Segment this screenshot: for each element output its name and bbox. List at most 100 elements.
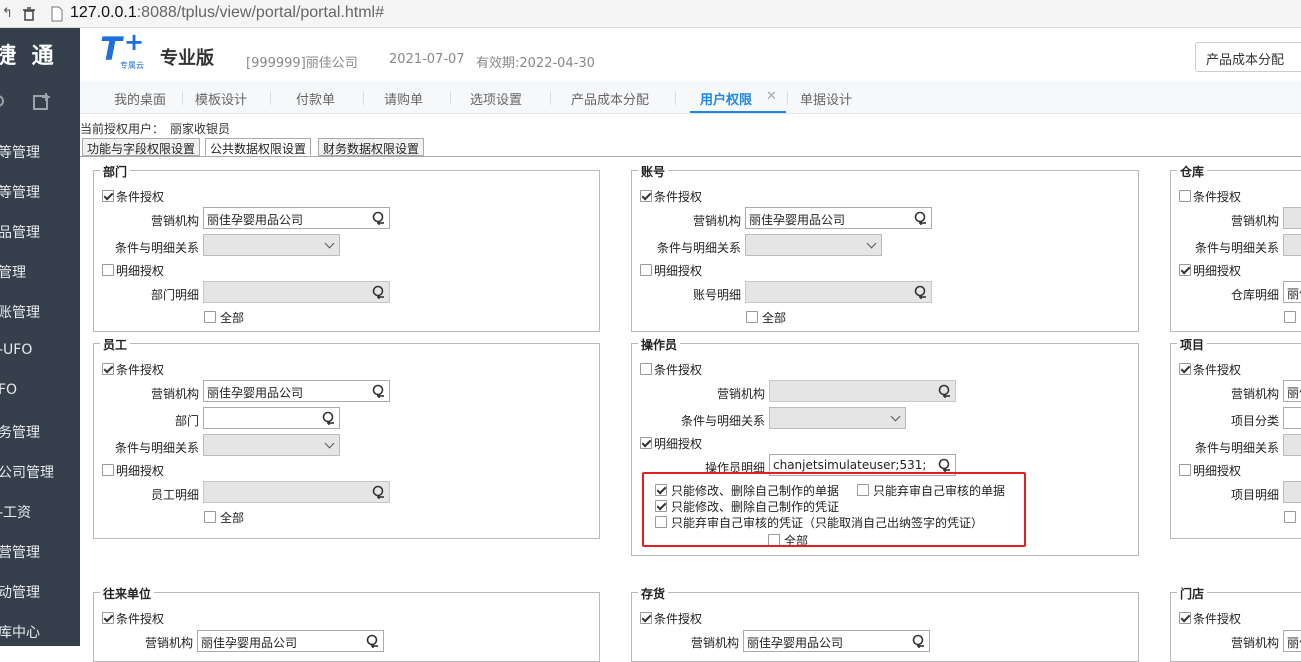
employee-dept-input[interactable] bbox=[203, 407, 340, 429]
warehouse-org-input[interactable] bbox=[1283, 207, 1301, 229]
tab-user-permission[interactable]: 用户权限 bbox=[700, 89, 752, 108]
tab-my-desktop[interactable]: 我的桌面 bbox=[114, 89, 166, 108]
sidebar-item[interactable]: -UFO bbox=[0, 342, 32, 358]
project-detail-checkbox[interactable] bbox=[1179, 464, 1191, 476]
cond-label: 条件授权 bbox=[1193, 612, 1242, 626]
employee-org-input[interactable]: 丽佳孕婴用品公司 bbox=[203, 380, 390, 402]
sidebar-item[interactable]: 公司管理 bbox=[0, 462, 54, 482]
partner-cond-checkbox[interactable] bbox=[102, 612, 114, 624]
search-icon[interactable] bbox=[371, 284, 387, 300]
sidebar-item[interactable]: 营管理 bbox=[0, 542, 40, 562]
tab-product-cost[interactable]: 产品成本分配 bbox=[571, 89, 649, 108]
cond-label: 条件授权 bbox=[116, 190, 165, 204]
settings-icon[interactable] bbox=[0, 92, 8, 110]
subtab-function-permission[interactable]: 功能与字段权限设置 bbox=[82, 138, 201, 156]
account-detail-input[interactable] bbox=[745, 281, 932, 303]
sidebar-item[interactable]: 管理 bbox=[0, 262, 26, 282]
group-project: 项目 条件授权 营销机构 丽佳 项目分类 条件与明细关系 明细授权 项目明细 bbox=[1170, 336, 1301, 539]
dept-detail-input[interactable] bbox=[203, 281, 390, 303]
org-label: 营销机构 bbox=[692, 214, 741, 228]
project-cond-checkbox[interactable] bbox=[1179, 363, 1191, 375]
project-all-checkbox[interactable] bbox=[1284, 511, 1296, 523]
org-label: 营销机构 bbox=[1230, 214, 1279, 228]
dept-relation-select[interactable] bbox=[203, 234, 340, 256]
inventory-org-input[interactable]: 丽佳孕婴用品公司 bbox=[743, 630, 930, 652]
search-icon[interactable] bbox=[321, 410, 337, 426]
account-org-input[interactable]: 丽佳孕婴用品公司 bbox=[745, 207, 932, 229]
store-org-input[interactable]: 丽佳 bbox=[1283, 630, 1301, 652]
cond-label: 条件授权 bbox=[116, 363, 165, 377]
search-icon[interactable] bbox=[371, 484, 387, 500]
dept-cond-checkbox[interactable] bbox=[102, 190, 114, 202]
back-arrow-icon[interactable]: ↰ bbox=[2, 6, 13, 21]
search-icon[interactable] bbox=[371, 383, 387, 399]
close-icon[interactable]: ✕ bbox=[766, 89, 777, 104]
account-relation-select[interactable] bbox=[745, 234, 882, 256]
project-relation-select[interactable] bbox=[1283, 434, 1301, 456]
tab-template-design[interactable]: 模板设计 bbox=[195, 89, 247, 108]
account-detail-checkbox[interactable] bbox=[640, 264, 652, 276]
search-icon[interactable] bbox=[937, 383, 953, 399]
search-icon[interactable] bbox=[913, 210, 929, 226]
warehouse-cond-checkbox[interactable] bbox=[1179, 190, 1191, 202]
subtab-finance-data-permission[interactable]: 财务数据权限设置 bbox=[318, 138, 425, 156]
warehouse-relation-select[interactable] bbox=[1283, 234, 1301, 256]
employee-all-checkbox[interactable] bbox=[204, 511, 216, 523]
sidebar-item[interactable]: 等管理 bbox=[0, 182, 40, 202]
tab-purchase-request[interactable]: 请购单 bbox=[384, 89, 423, 108]
detail-label: 明细授权 bbox=[1193, 264, 1242, 278]
sidebar-item[interactable]: FO bbox=[0, 382, 17, 398]
sidebar-item[interactable]: 务管理 bbox=[0, 422, 40, 442]
store-cond-checkbox[interactable] bbox=[1179, 612, 1191, 624]
operator-org-input[interactable] bbox=[769, 380, 956, 402]
sidebar-item[interactable]: 动管理 bbox=[0, 582, 40, 602]
tab-bar: 我的桌面 模板设计 付款单 请购单 选项设置 产品成本分配 用户权限 ✕ 单据设… bbox=[80, 81, 1301, 114]
browser-address-bar[interactable]: ↰ 127.0.0.1:8088/tplus/view/portal/porta… bbox=[0, 0, 1301, 28]
tab-payment[interactable]: 付款单 bbox=[296, 89, 335, 108]
inventory-cond-checkbox[interactable] bbox=[640, 612, 652, 624]
employee-cond-checkbox[interactable] bbox=[102, 363, 114, 375]
operator-detail-checkbox[interactable] bbox=[640, 437, 652, 449]
search-icon[interactable] bbox=[913, 284, 929, 300]
partner-org-input[interactable]: 丽佳孕婴用品公司 bbox=[197, 630, 384, 652]
search-icon[interactable] bbox=[365, 633, 381, 649]
edition-label: 专业版 bbox=[160, 48, 214, 69]
employee-relation-select[interactable] bbox=[203, 434, 340, 456]
search-icon[interactable] bbox=[937, 457, 953, 473]
warehouse-all-checkbox[interactable] bbox=[1284, 311, 1296, 323]
detail-label: 明细授权 bbox=[654, 437, 703, 451]
sidebar-item[interactable]: -工资 bbox=[0, 502, 31, 522]
subtab-common-data-permission[interactable]: 公共数据权限设置 bbox=[205, 138, 312, 156]
employee-detail-checkbox[interactable] bbox=[102, 464, 114, 476]
tab-bill-design[interactable]: 单据设计 bbox=[800, 89, 852, 108]
trash-icon[interactable] bbox=[22, 7, 36, 21]
dept-org-input[interactable]: 丽佳孕婴用品公司 bbox=[203, 207, 390, 229]
tab-options[interactable]: 选项设置 bbox=[470, 89, 522, 108]
cond-label: 条件授权 bbox=[1193, 363, 1242, 377]
warehouse-detail-checkbox[interactable] bbox=[1179, 264, 1191, 276]
new-window-icon[interactable] bbox=[32, 92, 52, 112]
operator-cond-checkbox[interactable] bbox=[640, 363, 652, 375]
sidebar-item[interactable]: 库中心 bbox=[0, 622, 40, 642]
warehouse-detail-input[interactable]: 丽佳 bbox=[1283, 281, 1301, 303]
project-category-input[interactable] bbox=[1283, 407, 1301, 429]
project-org-input[interactable]: 丽佳 bbox=[1283, 380, 1301, 402]
dept-all-checkbox[interactable] bbox=[204, 311, 216, 323]
detail-label: 明细授权 bbox=[116, 464, 165, 478]
dept-detail-checkbox[interactable] bbox=[102, 264, 114, 276]
account-cond-checkbox[interactable] bbox=[640, 190, 652, 202]
project-detail-input[interactable] bbox=[1283, 481, 1301, 503]
account-all-checkbox[interactable] bbox=[746, 311, 758, 323]
product-cost-button[interactable]: 产品成本分配 bbox=[1195, 42, 1301, 72]
sidebar-item[interactable]: 等管理 bbox=[0, 142, 40, 162]
highlight-box bbox=[642, 472, 1026, 547]
search-icon[interactable] bbox=[911, 633, 927, 649]
url-text[interactable]: 127.0.0.1:8088/tplus/view/portal/portal.… bbox=[70, 4, 384, 22]
relation-label: 条件与明细关系 bbox=[114, 441, 199, 455]
sidebar-item[interactable]: 账管理 bbox=[0, 302, 40, 322]
sidebar-item[interactable]: 品管理 bbox=[0, 222, 40, 242]
group-store: 门店 条件授权 营销机构 丽佳 bbox=[1170, 585, 1301, 662]
search-icon[interactable] bbox=[371, 210, 387, 226]
operator-relation-select[interactable] bbox=[769, 407, 906, 429]
employee-detail-input[interactable] bbox=[203, 481, 390, 503]
